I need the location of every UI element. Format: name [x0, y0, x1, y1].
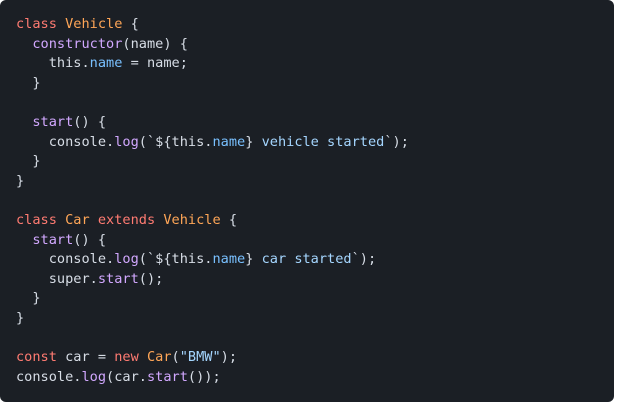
code-token: console.: [16, 251, 115, 268]
code-token: }: [245, 251, 262, 268]
code-token: (: [171, 349, 180, 366]
code-token: `);: [384, 133, 409, 150]
code-line: super.start();: [16, 270, 409, 290]
code-line: start() {: [16, 231, 409, 251]
code-token: start: [146, 368, 188, 385]
code-token: this.: [16, 55, 90, 72]
code-line: ​: [16, 191, 409, 211]
code-token: }: [16, 290, 41, 307]
code-token: log: [114, 251, 139, 268]
code-line: constructor(name) {: [16, 35, 409, 55]
code-token: const: [16, 349, 57, 366]
code-token: (car.: [106, 368, 147, 385]
code-token: () {: [73, 113, 107, 130]
code-token: }: [16, 153, 41, 170]
code-token: car =: [56, 349, 115, 366]
code-token: new: [114, 349, 139, 366]
code-token: }: [16, 309, 25, 326]
code-token: vehicle started: [261, 133, 385, 150]
code-token: }: [16, 172, 25, 189]
code-token: car started: [261, 251, 352, 268]
code-line: }: [16, 74, 409, 94]
code-token: class: [16, 16, 57, 32]
code-line: console.log(car.start());: [16, 368, 409, 388]
code-token: constructor: [32, 35, 123, 52]
code-token: start: [32, 231, 74, 248]
code-line: console.log(`${this.name} vehicle starte…: [16, 133, 409, 153]
code-line: class Vehicle {: [16, 15, 409, 35]
code-token: (name) {: [122, 35, 188, 52]
code-token: start: [32, 113, 74, 130]
code-token: log: [114, 133, 139, 150]
code-token: name: [212, 133, 246, 150]
code-token: () {: [73, 231, 107, 248]
code-line: }: [16, 172, 409, 192]
code-token: start: [97, 270, 139, 287]
code-token: (`${this.: [138, 133, 213, 150]
code-token: {: [220, 211, 238, 228]
code-token: log: [81, 368, 107, 385]
code-token: }: [16, 74, 41, 91]
code-line: }: [16, 152, 409, 172]
code-token: (`${this.: [138, 251, 213, 268]
code-token: name: [89, 55, 123, 72]
code-token: extends: [97, 211, 156, 228]
code-token: console.: [16, 133, 115, 150]
code-line: console.log(`${this.name} car started`);: [16, 250, 409, 270]
code-token: ());: [187, 368, 221, 385]
code-token: Car: [65, 211, 90, 228]
code-line: ​: [16, 93, 409, 113]
code-line: class Car extends Vehicle {: [16, 211, 409, 231]
code-token: );: [220, 349, 238, 366]
code-token: Vehicle: [163, 211, 221, 228]
code-token: = name;: [122, 55, 188, 72]
code-line: start() {: [16, 113, 409, 133]
code-line: const car = new Car("BMW");: [16, 348, 409, 368]
code-token: }: [245, 133, 262, 150]
code-line: }: [16, 289, 409, 309]
code-token: {: [122, 16, 139, 32]
code-token: super.: [16, 270, 98, 287]
code-token: class: [16, 211, 57, 228]
code-line: this.name = name;: [16, 54, 409, 74]
code-panel: class Vehicle { constructor(name) { this…: [0, 0, 614, 402]
code-line: ​: [16, 329, 409, 349]
code-line: }: [16, 309, 409, 329]
code-block: class Vehicle { constructor(name) { this…: [16, 15, 409, 387]
code-token: name: [212, 251, 246, 268]
code-token: ();: [138, 270, 164, 287]
code-token: Vehicle: [65, 16, 123, 32]
code-token: Car: [146, 349, 172, 366]
code-token: `);: [351, 251, 377, 268]
code-token: console.: [16, 368, 82, 385]
code-token: "BMW": [179, 349, 221, 366]
